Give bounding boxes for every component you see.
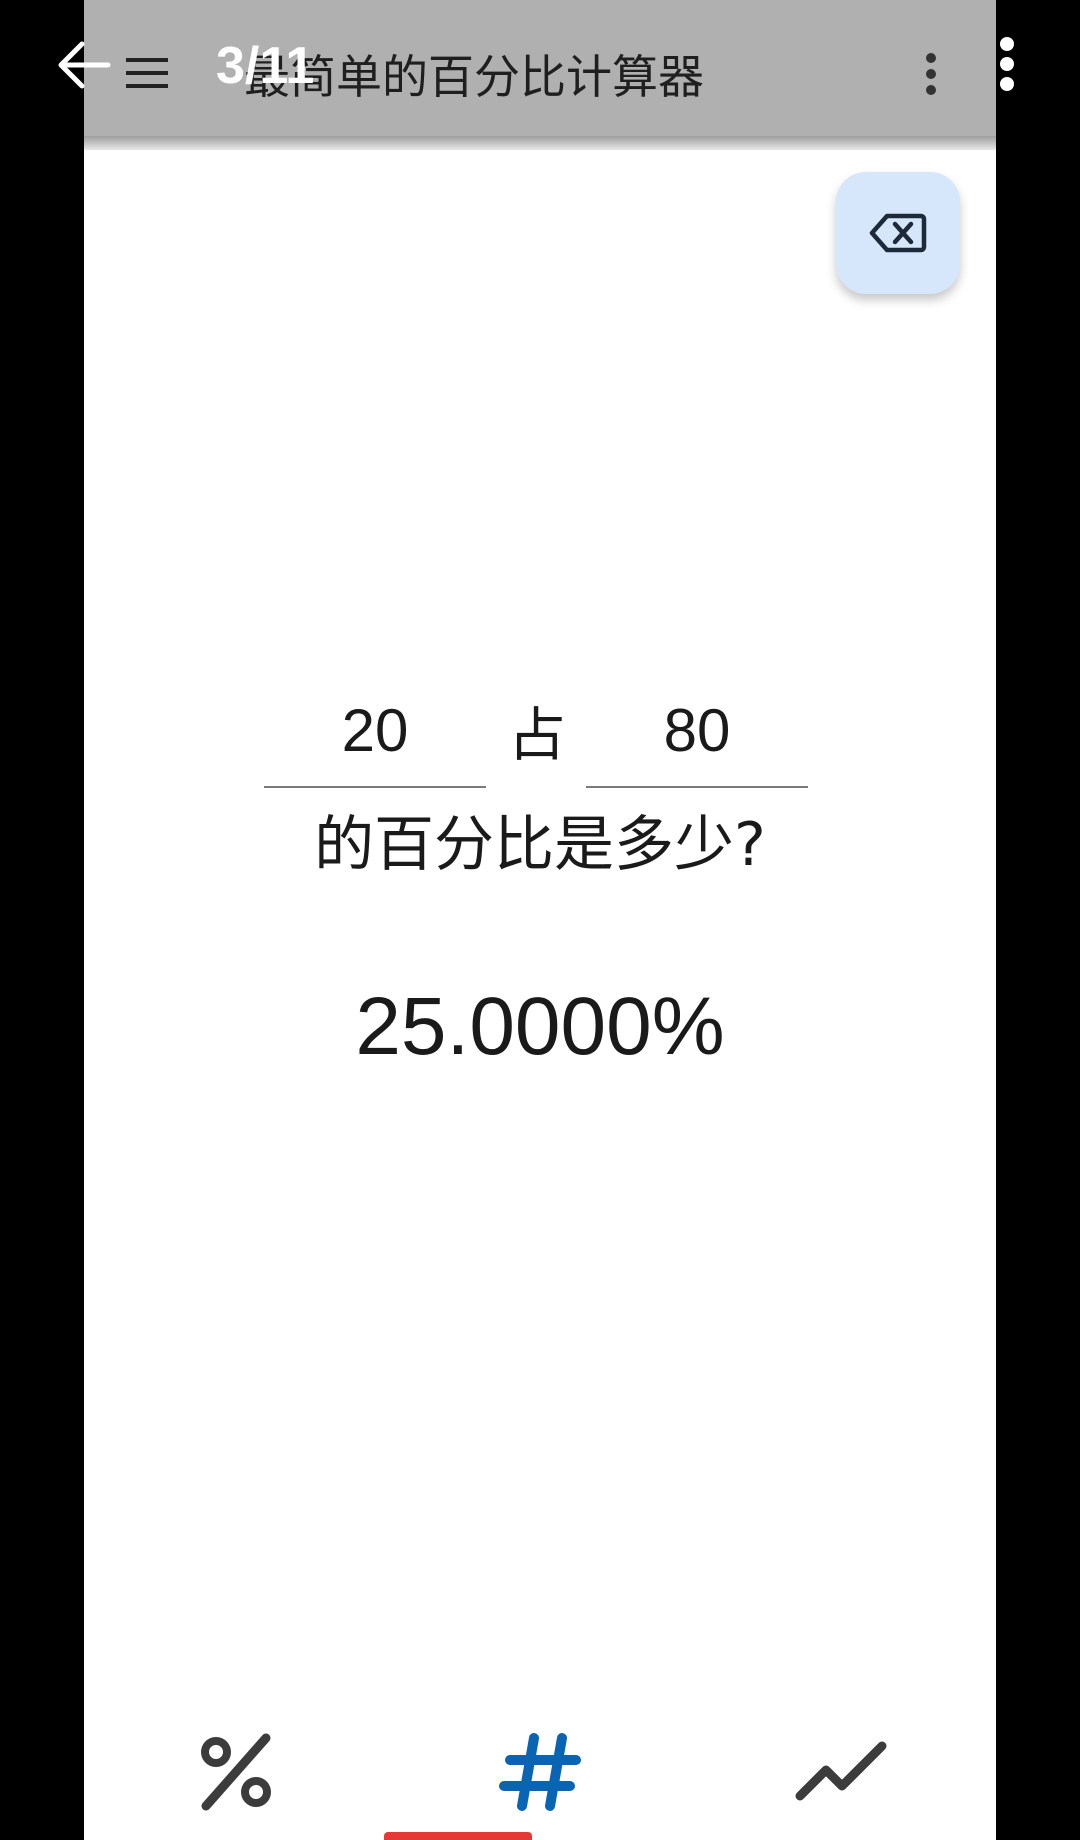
more-vert-icon[interactable]: [996, 36, 1018, 92]
more-vert-icon[interactable]: [924, 52, 938, 96]
second-number-field[interactable]: 80: [586, 676, 808, 788]
nav-item-number[interactable]: [440, 1720, 640, 1840]
image-counter: 3/11: [216, 37, 315, 95]
first-number-field[interactable]: 20: [264, 676, 486, 788]
screen: 最简单的百分比计算器 20 占 80 的百分比是多少? 25.0000% 3/1…: [0, 0, 1080, 1840]
nav-item-trend[interactable]: [742, 1720, 942, 1840]
app-bar-shadow: [84, 136, 996, 150]
result-value: 25.0000%: [355, 981, 725, 1072]
selected-tab-indicator: [384, 1832, 532, 1840]
app-screen: 最简单的百分比计算器 20 占 80 的百分比是多少? 25.0000%: [84, 0, 996, 1840]
backspace-button[interactable]: [836, 172, 960, 294]
question-text: 的百分比是多少?: [314, 810, 766, 880]
arrow-back-icon[interactable]: [56, 40, 112, 90]
hamburger-menu-icon[interactable]: [126, 56, 168, 90]
trending-icon: [795, 1741, 887, 1801]
percent-icon: [201, 1733, 271, 1811]
backspace-icon: [869, 213, 927, 253]
nav-item-percent[interactable]: [136, 1720, 336, 1840]
of-label: 占: [507, 701, 566, 769]
bottom-navigation: [84, 1720, 996, 1840]
number-sign-icon: [499, 1733, 581, 1811]
